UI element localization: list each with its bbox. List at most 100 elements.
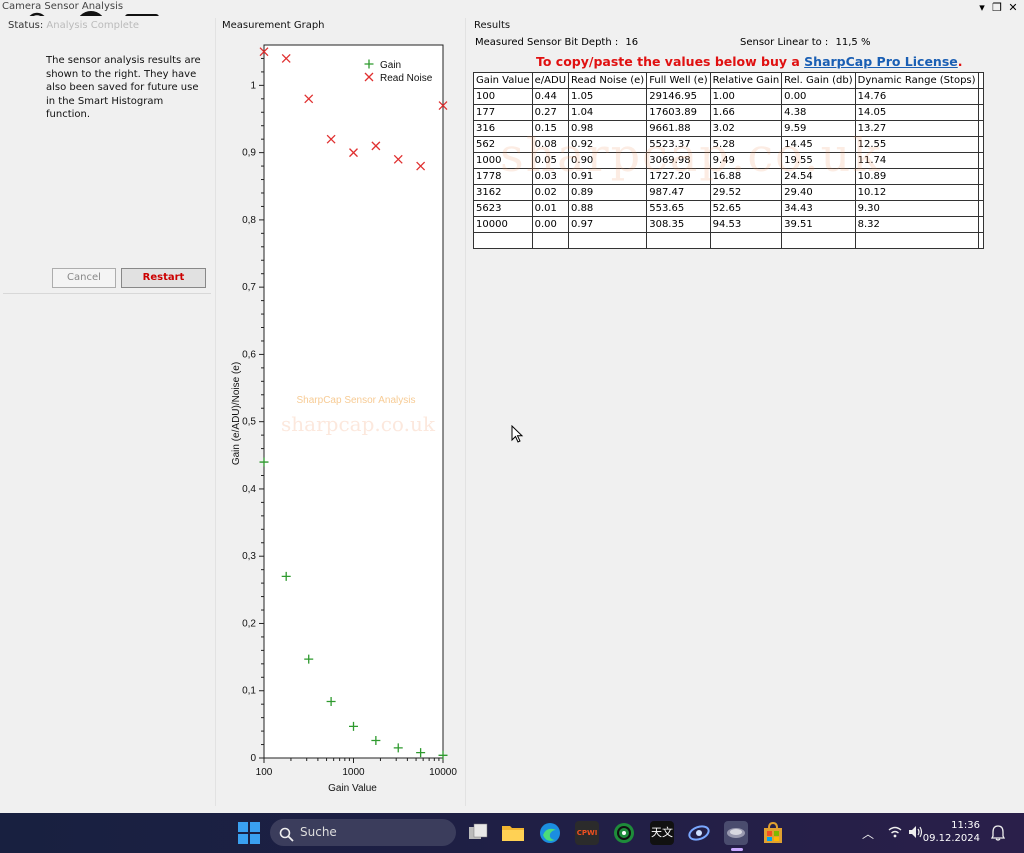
x-tick-label: 100 <box>256 767 273 778</box>
table-cell <box>473 232 533 249</box>
table-header-cell[interactable]: Rel. Gain (db) <box>781 72 856 89</box>
pro-license-link[interactable]: SharpCap Pro License <box>804 54 958 69</box>
table-cell <box>977 136 984 153</box>
table-cell: 0.05 <box>531 152 570 169</box>
table-cell: 4.38 <box>781 104 856 121</box>
status-line: Status: Analysis Complete <box>8 20 139 31</box>
y-tick-label: 0,7 <box>242 282 256 293</box>
sharpcap-app-icon[interactable] <box>724 821 748 845</box>
cpwi-app-icon[interactable]: CPWI <box>575 821 599 845</box>
task-view-icon[interactable] <box>466 821 490 845</box>
table-cell <box>977 104 984 121</box>
table-header-cell[interactable]: e/ADU <box>531 72 570 89</box>
bit-depth-label: Measured Sensor Bit Depth : <box>475 37 619 48</box>
table-row[interactable]: 1778 0.03 0.91 1727.20 16.88 24.54 10.89 <box>473 168 984 185</box>
y-tick-label: 0 <box>250 753 256 764</box>
x-tick-label: 10000 <box>429 767 457 778</box>
taskbar-clock[interactable]: 11:36 09.12.2024 <box>923 819 980 845</box>
galaxy-app-icon[interactable] <box>687 821 711 845</box>
table-header-cell[interactable]: Full Well (e) <box>646 72 711 89</box>
windows-start-icon[interactable] <box>238 822 260 847</box>
mouse-cursor-icon <box>511 425 524 443</box>
table-cell: 12.55 <box>854 136 979 153</box>
table-header-cell[interactable]: Relative Gain <box>709 72 783 89</box>
table-cell: 14.05 <box>854 104 979 121</box>
store-app-icon[interactable] <box>761 821 785 845</box>
table-cell: 16.88 <box>709 168 783 185</box>
table-row[interactable]: 177 0.27 1.04 17603.89 1.66 4.38 14.05 <box>473 104 984 121</box>
file-explorer-icon[interactable] <box>501 821 525 845</box>
taskbar-search-box[interactable]: Suche <box>270 819 456 846</box>
analysis-info-text: The sensor analysis results are shown to… <box>46 55 201 120</box>
table-cell: 1.04 <box>568 104 648 121</box>
minimize-icon[interactable]: ▾ <box>975 1 989 14</box>
table-cell: 24.54 <box>781 168 856 185</box>
table-cell: 1.00 <box>709 88 783 105</box>
table-cell <box>977 120 984 137</box>
notification-bell-icon[interactable] <box>990 825 1006 844</box>
show-hidden-icons-chevron-icon[interactable]: ︿ <box>862 825 874 842</box>
restart-button[interactable]: Restart <box>121 268 206 288</box>
table-cell: 9661.88 <box>646 120 711 137</box>
table-cell: 39.51 <box>781 216 856 233</box>
table-cell: 177 <box>473 104 533 121</box>
table-cell: 1778 <box>473 168 533 185</box>
table-header-cell[interactable]: Read Noise (e) <box>568 72 648 89</box>
table-cell <box>977 216 984 233</box>
table-row[interactable]: 10000 0.00 0.97 308.35 94.53 39.51 8.32 <box>473 216 984 233</box>
legend-entry-label: Read Noise <box>380 73 433 84</box>
table-header-cell[interactable] <box>977 72 984 89</box>
table-row[interactable]: 100 0.44 1.05 29146.95 1.00 0.00 14.76 <box>473 88 984 105</box>
table-cell: 13.27 <box>854 120 979 137</box>
table-cell: 1727.20 <box>646 168 711 185</box>
table-header-cell[interactable]: Dynamic Range (Stops) <box>854 72 979 89</box>
table-cell: 0.08 <box>531 136 570 153</box>
sensor-linear-value: 11,5 % <box>835 37 871 48</box>
table-cell: 11.74 <box>854 152 979 169</box>
measurement-graph-panel: Measurement Graph 0 0,1 0,2 0,3 0,4 0,5 0,6 0,7… <box>215 18 466 806</box>
table-row[interactable]: 1000 0.05 0.90 3069.98 9.49 19.55 11.74 <box>473 152 984 169</box>
pro-license-promo: To copy/paste the values below buy a Sha… <box>536 54 963 69</box>
y-tick-label: 0,8 <box>242 215 256 226</box>
table-cell: 94.53 <box>709 216 783 233</box>
tianwen-app-icon[interactable]: 天文 <box>650 821 674 845</box>
table-cell: 10000 <box>473 216 533 233</box>
table-cell: 5.28 <box>709 136 783 153</box>
table-cell: 5623 <box>473 200 533 217</box>
edge-browser-icon[interactable] <box>538 821 562 845</box>
target-app-icon[interactable] <box>612 821 636 845</box>
table-cell <box>781 232 856 249</box>
table-cell: 308.35 <box>646 216 711 233</box>
table-cell: 19.55 <box>781 152 856 169</box>
table-cell <box>854 232 979 249</box>
table-row[interactable]: 5623 0.01 0.88 553.65 52.65 34.43 9.30 <box>473 200 984 217</box>
table-cell <box>977 232 984 249</box>
table-cell <box>531 232 570 249</box>
table-cell: 3.02 <box>709 120 783 137</box>
close-icon[interactable]: ✕ <box>1006 1 1020 14</box>
table-cell: 14.76 <box>854 88 979 105</box>
taskbar: Suche CPWI 天文 ︿ 11:36 09.12.2024 <box>0 813 1024 853</box>
table-row[interactable]: 562 0.08 0.92 5523.37 5.28 14.45 12.55 <box>473 136 984 153</box>
table-cell <box>977 88 984 105</box>
table-cell: 0.00 <box>531 216 570 233</box>
y-axis-label: Gain (e/ADU)/Noise (e) <box>231 362 242 465</box>
table-row[interactable] <box>473 232 984 249</box>
results-panel-title: Results <box>474 20 511 31</box>
graph-watermark-title: SharpCap Sensor Analysis <box>297 395 416 406</box>
volume-icon[interactable] <box>908 825 924 842</box>
clock-time: 11:36 <box>951 820 980 831</box>
wifi-icon[interactable] <box>888 825 902 842</box>
table-row[interactable]: 316 0.15 0.98 9661.88 3.02 9.59 13.27 <box>473 120 984 137</box>
table-cell: 10.12 <box>854 184 979 201</box>
results-panel: Results Measured Sensor Bit Depth : 16 S… <box>468 18 984 806</box>
y-tick-label: 0,4 <box>242 484 256 495</box>
sensor-linear-label: Sensor Linear to : <box>740 37 829 48</box>
table-cell: 3162 <box>473 184 533 201</box>
table-header-cell[interactable]: Gain Value <box>473 72 533 89</box>
legend-entry-label: Gain <box>380 60 401 71</box>
table-cell: 562 <box>473 136 533 153</box>
restore-icon[interactable]: ❐ <box>990 1 1004 14</box>
cancel-button[interactable]: Cancel <box>52 268 116 288</box>
table-row[interactable]: 3162 0.02 0.89 987.47 29.52 29.40 10.12 <box>473 184 984 201</box>
